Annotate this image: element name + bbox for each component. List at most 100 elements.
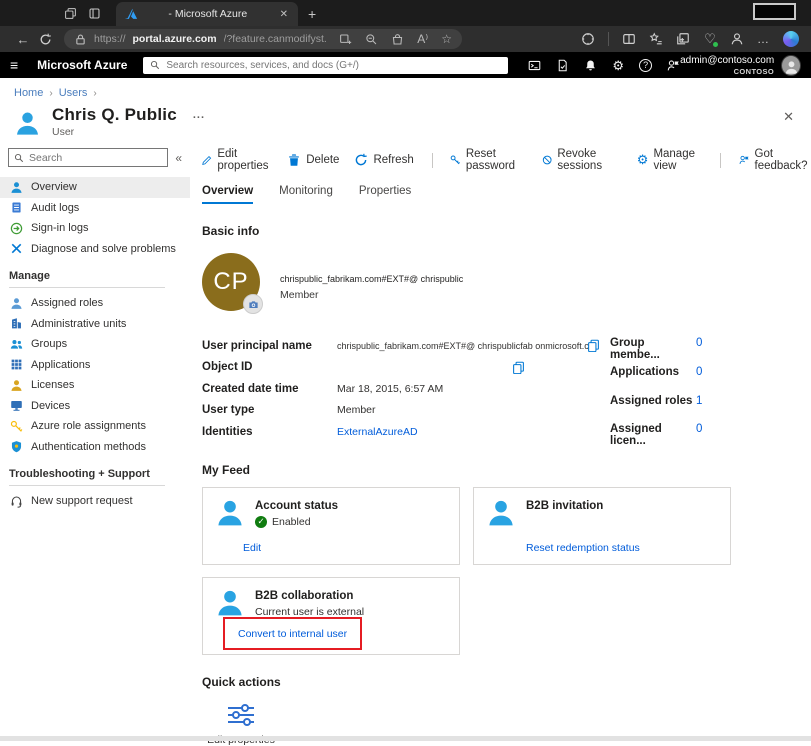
favorite-star-icon[interactable]: ☆: [441, 32, 452, 46]
title-more-menu[interactable]: ...: [193, 109, 205, 121]
sidebar-search-box[interactable]: [8, 148, 168, 167]
user-icon: [14, 110, 41, 137]
tab-monitoring[interactable]: Monitoring: [279, 185, 333, 204]
field-row-upn: User principal name chrispublic_fabrikam…: [202, 335, 604, 357]
cloud-shell-icon[interactable]: [528, 59, 541, 72]
sidebar-item-licenses[interactable]: Licenses: [0, 375, 190, 396]
azure-brand[interactable]: Microsoft Azure: [37, 58, 127, 72]
edit-link[interactable]: Edit: [243, 542, 261, 554]
workspaces-icon[interactable]: [58, 2, 82, 24]
settings-gear-icon[interactable]: ⚙: [612, 59, 624, 72]
group-memberships-count-link[interactable]: 0: [696, 337, 702, 366]
edit-properties-button[interactable]: Edit properties: [202, 148, 272, 172]
grid-icon: [10, 358, 23, 371]
delete-button[interactable]: Delete: [287, 153, 339, 167]
apps-grid-icon[interactable]: [339, 33, 352, 46]
favorites-icon[interactable]: [649, 32, 663, 46]
browser-tab[interactable]: - Microsoft Azure ✕: [116, 2, 298, 26]
search-icon: [150, 60, 160, 70]
sidebar-search-input[interactable]: [29, 152, 162, 164]
assigned-licenses-count-link[interactable]: 0: [696, 423, 702, 452]
essentials-status-dot: [713, 42, 718, 47]
sidebar-item-new-support-request[interactable]: New support request: [0, 491, 190, 512]
manage-view-button[interactable]: ⚙Manage view: [637, 148, 702, 172]
url-host: portal.azure.com: [133, 33, 217, 45]
sidebar-item-sign-in-logs[interactable]: Sign-in logs: [0, 218, 190, 239]
more-menu-icon[interactable]: …: [757, 32, 770, 46]
doc-check-icon[interactable]: [556, 59, 569, 72]
breadcrumb-home-link[interactable]: Home: [14, 87, 43, 99]
browser-action-icons: ♡ …: [581, 31, 799, 47]
people-group-icon: [10, 338, 23, 351]
b2b-collaboration-card: B2B collaboration Current user is extern…: [202, 577, 460, 655]
sidebar-section-troubleshooting: Troubleshooting + Support: [0, 457, 190, 483]
back-button[interactable]: ←: [12, 32, 34, 47]
shopping-icon[interactable]: [391, 33, 404, 46]
revoke-sessions-button[interactable]: Revoke sessions: [542, 148, 622, 172]
split-screen-icon[interactable]: [622, 32, 636, 46]
sidebar-item-overview[interactable]: Overview: [0, 177, 190, 198]
pencil-icon: [202, 153, 212, 167]
read-aloud-icon[interactable]: A⁾: [417, 32, 428, 46]
upn-value: chrispublic_fabrikam.com#EXT#@ chrispubl…: [337, 341, 596, 351]
notifications-bell-icon[interactable]: [584, 59, 597, 72]
copy-icon[interactable]: [512, 361, 525, 374]
address-bar[interactable]: https://portal.azure.com/?feature.canmod…: [64, 29, 462, 49]
breadcrumb: Home › Users ›: [0, 78, 811, 101]
block-icon: [542, 153, 552, 167]
account-avatar[interactable]: [781, 55, 801, 76]
sidebar-section-manage: Manage: [0, 259, 190, 285]
sidebar-item-groups[interactable]: Groups: [0, 334, 190, 355]
refresh-icon: [354, 153, 368, 167]
sidebar-item-authentication-methods[interactable]: Authentication methods: [0, 437, 190, 458]
sidebar-item-diagnose[interactable]: Diagnose and solve problems: [0, 239, 190, 260]
feedback-icon[interactable]: [667, 59, 680, 72]
blade-header: Chris Q. Public ... User ✕: [0, 101, 811, 144]
global-search-input[interactable]: [166, 60, 501, 71]
toolbar-divider: [608, 32, 609, 46]
change-photo-button[interactable]: [243, 294, 263, 314]
trash-icon: [287, 153, 301, 167]
field-row-identities: Identities ExternalAzureAD: [202, 421, 604, 443]
sidebar-item-assigned-roles[interactable]: Assigned roles: [0, 293, 190, 314]
sidebar-item-audit-logs[interactable]: Audit logs: [0, 198, 190, 219]
new-tab-button[interactable]: +: [308, 6, 316, 22]
tab-overview[interactable]: Overview: [202, 185, 253, 204]
zoom-out-icon[interactable]: [365, 33, 378, 46]
reset-redemption-link[interactable]: Reset redemption status: [526, 542, 640, 554]
tab-properties[interactable]: Properties: [359, 185, 411, 204]
copy-icon[interactable]: [587, 339, 600, 352]
assigned-roles-count-link[interactable]: 1: [696, 395, 702, 424]
copilot-icon[interactable]: [783, 31, 799, 47]
collections-icon[interactable]: [676, 32, 690, 46]
page-subtitle: User: [52, 126, 205, 138]
reset-password-button[interactable]: Reset password: [450, 148, 526, 172]
hamburger-menu-icon[interactable]: ≡: [10, 58, 23, 72]
global-search-box[interactable]: [143, 57, 508, 74]
badge-icon[interactable]: [581, 32, 595, 46]
sidebar-item-applications[interactable]: Applications: [0, 355, 190, 376]
help-icon[interactable]: ?: [639, 59, 652, 72]
convert-to-internal-link[interactable]: Convert to internal user: [238, 628, 347, 640]
breadcrumb-users-link[interactable]: Users: [59, 87, 88, 99]
account-info[interactable]: admin@contoso.com CONTOSO: [680, 55, 774, 76]
browser-essentials-icon[interactable]: ♡: [703, 32, 717, 46]
sidebar-item-administrative-units[interactable]: Administrative units: [0, 314, 190, 335]
overlay-box: [753, 3, 796, 20]
stat-assigned-roles: Assigned roles1: [610, 395, 750, 424]
sidebar-collapse-icon[interactable]: «: [171, 151, 186, 165]
sidebar-item-azure-role-assignments[interactable]: Azure role assignments: [0, 416, 190, 437]
identities-link[interactable]: ExternalAzureAD: [337, 426, 418, 438]
blade-close-icon[interactable]: ✕: [783, 109, 794, 125]
stat-group-memberships: Group membe...0: [610, 337, 750, 366]
reload-button[interactable]: [34, 33, 56, 46]
got-feedback-button[interactable]: Got feedback?: [739, 148, 811, 172]
account-status-value: Enabled: [272, 516, 311, 528]
refresh-button[interactable]: Refresh: [354, 153, 413, 167]
tab-close-icon[interactable]: ✕: [278, 9, 290, 20]
tools-cross-icon: [10, 242, 23, 255]
sidebar-item-devices[interactable]: Devices: [0, 396, 190, 417]
profile-icon[interactable]: [730, 32, 744, 46]
vertical-tabs-icon[interactable]: [82, 2, 106, 24]
applications-count-link[interactable]: 0: [696, 366, 702, 395]
